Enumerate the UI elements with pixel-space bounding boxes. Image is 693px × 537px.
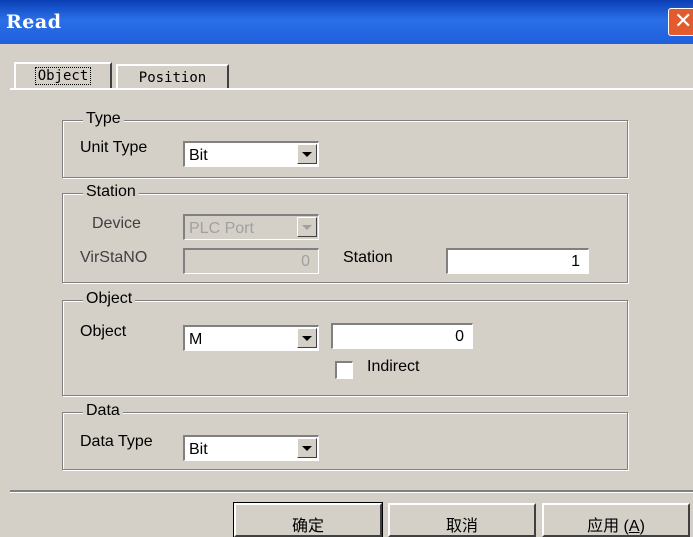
type-group: Type Unit Type Bit [62, 110, 628, 178]
data-type-label: Data Type [80, 433, 153, 450]
tab-object-label: Object [34, 67, 92, 85]
indirect-label: Indirect [367, 358, 420, 375]
virsta-field[interactable]: 0 [183, 248, 319, 274]
type-legend: Type [83, 110, 124, 128]
close-button[interactable]: ✕ [668, 8, 693, 36]
object-value: M [189, 331, 203, 348]
chevron-down-icon[interactable] [297, 217, 317, 237]
tab-position-label: Position [138, 70, 207, 86]
unit-type-label: Unit Type [80, 139, 148, 156]
data-legend: Data [83, 402, 123, 420]
close-icon: ✕ [674, 9, 693, 34]
apply-label: 应用 ( [587, 518, 629, 535]
button-divider [10, 490, 693, 493]
window-title: Read [6, 11, 62, 33]
cancel-button[interactable]: 取消 [388, 503, 536, 537]
object-select[interactable]: M [183, 325, 319, 351]
data-type-value: Bit [189, 441, 208, 458]
object-label: Object [80, 323, 127, 340]
object-legend: Object [83, 290, 136, 308]
station-field[interactable]: 1 [446, 248, 589, 274]
object-address-field[interactable]: 0 [331, 323, 473, 349]
data-group: Data Data Type Bit [62, 402, 628, 470]
virsta-label: VirStaNO [80, 249, 148, 266]
apply-button[interactable]: 应用 (A) [542, 503, 690, 537]
tab-position[interactable]: Position [116, 64, 229, 90]
chevron-down-icon[interactable] [297, 438, 317, 458]
title-bar: Read ✕ [0, 0, 693, 44]
station-legend: Station [83, 183, 139, 201]
object-group: Object Object M 0 Indirect [62, 290, 628, 396]
unit-type-select[interactable]: Bit [183, 141, 319, 167]
tab-object[interactable]: Object [14, 62, 112, 88]
device-value: PLC Port [189, 220, 254, 237]
data-type-select[interactable]: Bit [183, 435, 319, 461]
apply-accelerator: A [628, 518, 640, 535]
station-label: Station [343, 249, 393, 266]
chevron-down-icon[interactable] [297, 144, 317, 164]
chevron-down-icon[interactable] [297, 328, 317, 348]
ok-button[interactable]: 确定 [233, 502, 383, 537]
unit-type-value: Bit [189, 147, 208, 164]
station-group: Station Device PLC Port VirStaNO 0 Stati… [62, 183, 628, 283]
apply-label-end: ) [639, 518, 645, 535]
indirect-checkbox[interactable] [335, 361, 353, 379]
device-select[interactable]: PLC Port [183, 214, 319, 240]
tab-panel-border [10, 88, 693, 90]
device-label: Device [92, 215, 141, 232]
